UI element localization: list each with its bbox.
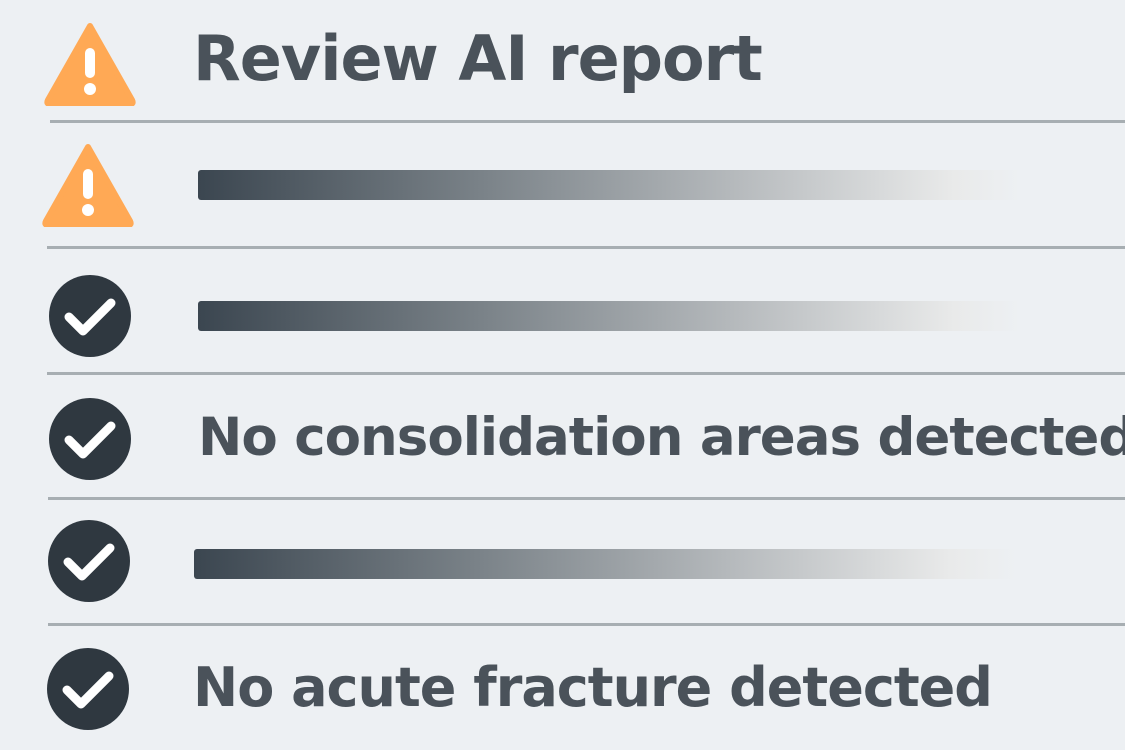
redacted-text-bar: [198, 301, 1020, 331]
check-circle-icon: [49, 275, 131, 357]
warning-triangle-icon: [44, 22, 136, 106]
warning-triangle-icon: [42, 143, 134, 227]
row-label: Review AI report: [193, 22, 763, 95]
check-circle-icon: [47, 648, 129, 730]
row-label: No consolidation areas detected: [198, 407, 1125, 468]
report-row-consolidation: No consolidation areas detected: [0, 375, 1125, 499]
report-row-redacted: [0, 123, 1125, 247]
report-row-redacted: [0, 500, 1125, 624]
report-row-review: Review AI report: [0, 0, 1125, 122]
check-circle-icon: [49, 398, 131, 480]
redacted-text-bar: [194, 549, 1016, 579]
redacted-text-bar: [198, 170, 1020, 200]
report-row-fracture: No acute fracture detected: [0, 626, 1125, 750]
row-label: No acute fracture detected: [193, 656, 993, 719]
report-row-redacted: [0, 249, 1125, 373]
check-circle-icon: [48, 520, 130, 602]
